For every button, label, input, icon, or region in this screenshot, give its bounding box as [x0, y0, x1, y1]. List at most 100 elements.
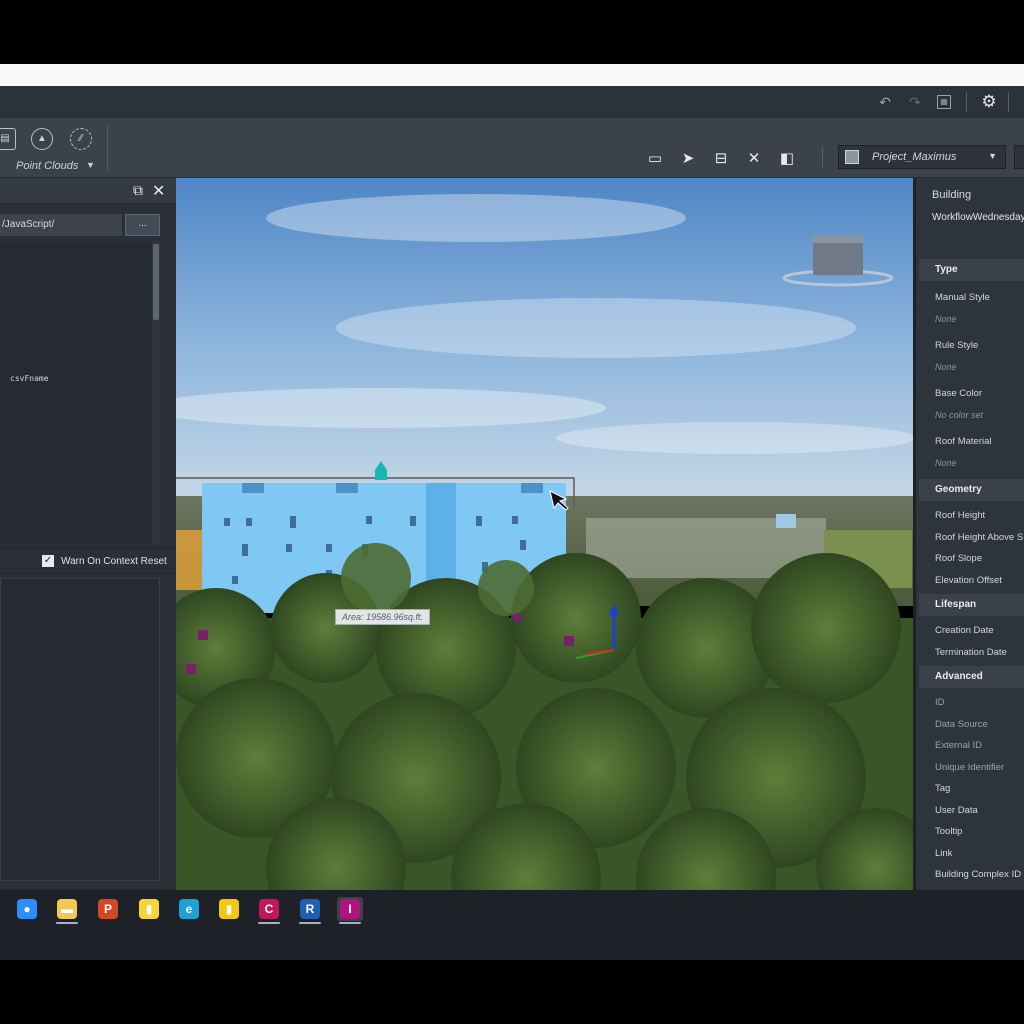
undo-icon[interactable]: ↶: [875, 92, 895, 112]
script-panel-header: ⧉ ✕: [0, 178, 176, 204]
property-label: Tooltip: [935, 826, 963, 837]
ribbon-divider-right: [822, 147, 823, 167]
browse-button[interactable]: ...: [125, 214, 160, 236]
distant-building: [776, 514, 796, 528]
titlebar-divider-right: [1008, 92, 1009, 112]
area-label: Area: 19586.96sq.ft.: [335, 609, 431, 625]
edge-browser-icon: e: [179, 899, 199, 919]
titlebar-divider: [966, 92, 967, 112]
section-type[interactable]: Type: [919, 259, 1024, 281]
cloud: [266, 194, 686, 242]
properties-header: Building: [932, 189, 972, 201]
property-value[interactable]: None: [935, 314, 957, 324]
warn-checkbox[interactable]: ✓: [42, 555, 54, 567]
point-clouds-label[interactable]: Point Clouds: [16, 160, 78, 172]
taskbar-app[interactable]: ▬: [54, 897, 80, 924]
section-advanced[interactable]: Advanced: [919, 666, 1024, 688]
taskbar-app[interactable]: I: [337, 897, 363, 924]
property-value[interactable]: No color set: [935, 410, 983, 420]
project-selector[interactable]: Project_Maximus ▼: [838, 145, 1006, 169]
property-label: Roof Height: [935, 510, 986, 521]
property-label: ID: [935, 697, 945, 708]
power-bi-icon: ▮: [219, 899, 239, 919]
running-indicator: [299, 922, 321, 924]
taskbar-app[interactable]: ▮: [216, 897, 242, 921]
cloud: [336, 298, 856, 358]
warn-label: Warn On Context Reset: [61, 556, 167, 567]
taskbar-app[interactable]: R: [297, 897, 323, 924]
property-value[interactable]: None: [935, 458, 957, 468]
taskbar-app[interactable]: P: [95, 897, 121, 921]
project-name: Project_Maximus: [872, 151, 957, 163]
property-label: Elevation Offset: [935, 575, 1002, 586]
section-geometry[interactable]: Geometry: [919, 479, 1024, 501]
script-panel: ⧉ ✕ /JavaScript/ ... csvFname ✓ Warn On …: [0, 178, 176, 890]
file-explorer-icon: ▬: [57, 899, 77, 919]
property-label: Rule Style: [935, 340, 979, 351]
vertex-handle[interactable]: [198, 630, 208, 640]
float-window-icon[interactable]: ⧉: [133, 182, 143, 199]
property-label: Base Color: [935, 388, 982, 399]
scrollbar-thumb[interactable]: [153, 244, 159, 320]
layout-grid-icon[interactable]: ▦: [937, 95, 951, 109]
foreground-structure: [176, 530, 206, 590]
taskbar-app[interactable]: C: [256, 897, 282, 924]
property-label: External ID: [935, 740, 982, 751]
3d-viewport[interactable]: Area: 19586.96sq.ft.: [176, 178, 913, 890]
taskbar-app[interactable]: e: [176, 897, 202, 921]
property-label: Link: [935, 848, 953, 859]
measure-icon[interactable]: ⊟: [710, 149, 732, 169]
section-lifespan[interactable]: Lifespan: [919, 594, 1024, 616]
taskbar-app[interactable]: ●: [14, 897, 40, 921]
vertex-handle[interactable]: [513, 614, 521, 622]
roof-unit: [521, 483, 543, 493]
property-label: Termination Date: [935, 647, 1007, 658]
roof-unit: [242, 483, 264, 493]
sticky-notes-icon: ▮: [139, 899, 159, 919]
powerpoint-icon: P: [98, 899, 118, 919]
browser-top-strip: [0, 64, 1024, 86]
zoom-app-icon: ●: [17, 899, 37, 919]
item-name: WorkflowWednesday: [932, 212, 1024, 223]
property-value[interactable]: None: [935, 362, 957, 372]
running-indicator: [56, 922, 78, 924]
editor-scrollbar[interactable]: [152, 242, 160, 544]
app-title-bar: [0, 86, 1024, 118]
infraworks-icon: I: [340, 899, 360, 919]
select-arrow-icon[interactable]: ➤: [677, 149, 699, 169]
point-cloud-mountain-icon[interactable]: ▲: [31, 128, 53, 150]
vertex-handle[interactable]: [564, 636, 574, 646]
property-label: Building Complex ID: [935, 869, 1022, 880]
panel-toggle-icon[interactable]: ◧: [776, 149, 798, 169]
autodesk-c-app-icon: C: [259, 899, 279, 919]
property-label: Roof Height Above S: [935, 532, 1024, 543]
presentation-icon[interactable]: ▭: [644, 149, 666, 169]
chevron-down-icon: ▼: [988, 151, 997, 161]
property-label: Data Source: [935, 719, 988, 730]
property-label: User Data: [935, 805, 978, 816]
property-label: Manual Style: [935, 292, 990, 303]
script-editor[interactable]: csvFname: [0, 242, 152, 544]
project-icon: [845, 150, 859, 164]
property-label: Roof Material: [935, 436, 992, 447]
script-output-area[interactable]: [0, 578, 160, 881]
warn-on-context-reset-row: ✓ Warn On Context Reset: [0, 548, 176, 574]
property-label: Tag: [935, 783, 951, 794]
ribbon-divider: [107, 126, 108, 170]
revit-icon: R: [300, 899, 320, 919]
close-tool-icon[interactable]: ✕: [743, 149, 765, 169]
roof-unit: [336, 483, 358, 493]
point-cloud-pattern-icon[interactable]: ⁄⁄: [70, 128, 92, 150]
gear-icon[interactable]: ⚙: [979, 92, 999, 112]
vertex-handle[interactable]: [186, 664, 196, 674]
property-label: Creation Date: [935, 625, 994, 636]
chevron-down-icon[interactable]: ▼: [86, 160, 95, 170]
running-indicator: [258, 922, 280, 924]
script-path-field[interactable]: /JavaScript/: [0, 214, 122, 236]
taskbar-app[interactable]: ▮: [136, 897, 162, 921]
ribbon-table-icon[interactable]: ▤: [0, 128, 16, 150]
foliage: [176, 543, 913, 890]
redo-icon[interactable]: ↷: [905, 92, 925, 112]
close-icon[interactable]: ✕: [152, 181, 165, 201]
secondary-selector[interactable]: [1014, 145, 1024, 169]
